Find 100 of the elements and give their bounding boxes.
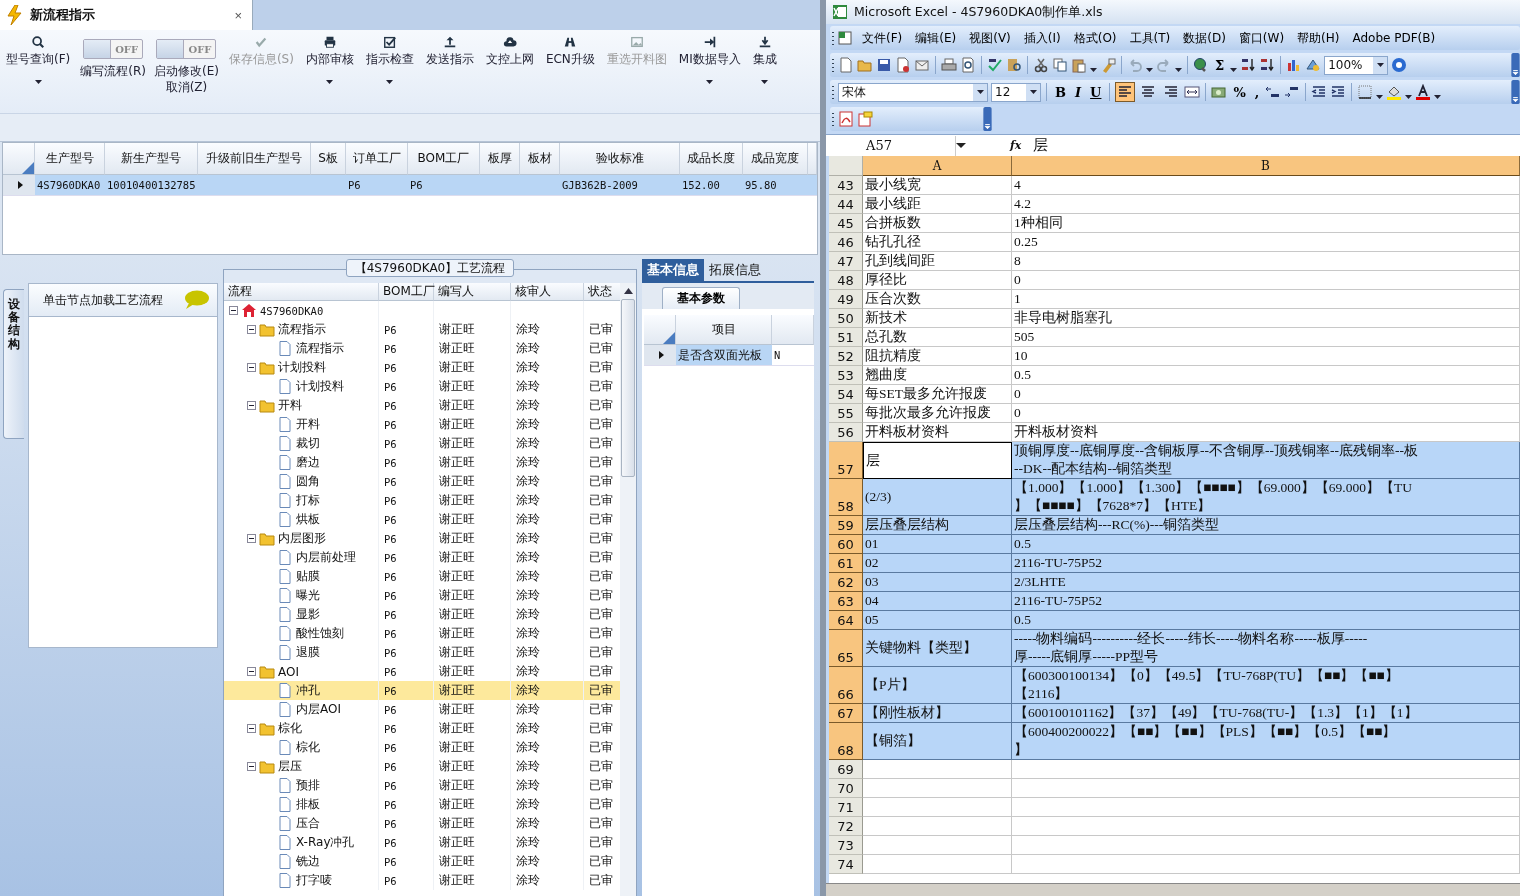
menu-item[interactable]: 数据(D) (1178, 29, 1231, 47)
table-cell[interactable]: 0 (1012, 385, 1520, 404)
table-cell[interactable]: 0 (1012, 404, 1520, 423)
row-header[interactable]: 72 (829, 817, 863, 836)
help-icon[interactable] (1391, 57, 1408, 73)
caret-icon[interactable] (956, 143, 966, 148)
menu-item[interactable]: 窗口(W) (1233, 29, 1290, 47)
table-cell[interactable]: 4 (1012, 176, 1520, 195)
table-cell[interactable] (863, 798, 1012, 817)
table-cell[interactable]: (2/3) (863, 479, 1012, 516)
collapse-icon[interactable] (229, 306, 238, 315)
table-cell[interactable]: 4.2 (1012, 195, 1520, 214)
menu-item[interactable]: Adobe PDF(B) (1347, 31, 1441, 45)
zoom-field[interactable]: 100% (1324, 55, 1389, 75)
table-cell[interactable]: 每SET最多允许报废 (863, 385, 1012, 404)
table-cell[interactable]: 层压叠层结构 (863, 516, 1012, 535)
table-cell[interactable]: 0.5 (1012, 366, 1520, 385)
text-style-button[interactable]: U (1087, 84, 1105, 100)
row-header[interactable]: 60 (829, 535, 863, 554)
table-cell[interactable]: 04 (863, 592, 1012, 611)
row-header[interactable]: 45 (829, 214, 863, 233)
caret-icon[interactable] (1405, 95, 1413, 99)
table-cell[interactable] (863, 836, 1012, 855)
table-cell[interactable]: 钻孔孔径 (863, 233, 1012, 252)
row-header[interactable]: 65 (829, 630, 863, 667)
table-cell[interactable]: 关键物料【类型】 (863, 630, 1012, 667)
row-header[interactable]: 64 (829, 611, 863, 630)
row-header[interactable]: 48 (829, 271, 863, 290)
scroll-up-icon[interactable] (623, 288, 633, 294)
row-header[interactable]: 46 (829, 233, 863, 252)
table-cell[interactable]: 层 (863, 442, 1012, 479)
tab[interactable]: 基本信息 (642, 259, 704, 281)
table-cell[interactable]: 03 (863, 573, 1012, 592)
globe-link-icon[interactable] (1193, 57, 1209, 73)
increase-indent-icon[interactable] (1330, 84, 1347, 100)
font-field[interactable]: 宋体 (838, 82, 988, 102)
table-cell[interactable]: 0.5 (1012, 611, 1520, 630)
table-cell[interactable]: 10 (1012, 347, 1520, 366)
table-cell[interactable]: 2116-TU-75P52 (1012, 554, 1520, 573)
menu-item[interactable]: 格式(O) (1068, 29, 1122, 47)
table-cell[interactable]: 厚径比 (863, 271, 1012, 290)
table-cell[interactable]: 总孔数 (863, 328, 1012, 347)
table-cell[interactable]: 每批次最多允许报废 (863, 404, 1012, 423)
row-header[interactable]: 62 (829, 573, 863, 592)
table-cell[interactable]: 【刚性板材】 (863, 704, 1012, 723)
caret-icon[interactable] (34, 80, 42, 84)
row-header[interactable]: 54 (829, 385, 863, 404)
collapse-icon[interactable] (247, 325, 256, 334)
table-cell[interactable] (863, 779, 1012, 798)
table-cell[interactable]: 压合次数 (863, 290, 1012, 309)
table-cell[interactable]: 2116-TU-75P52 (1012, 592, 1520, 611)
decrease-decimal-icon[interactable] (1284, 84, 1301, 100)
table-cell[interactable]: 顶铜厚度--底铜厚度--含铜板厚--不含铜厚--顶残铜率--底残铜率--板 --DK--配本结构--铜箔类型 (1012, 442, 1520, 479)
toolbar-options-icon[interactable] (1511, 80, 1520, 104)
number-format-button[interactable]: , (1251, 84, 1263, 100)
caret-icon[interactable] (761, 80, 769, 84)
menu-item[interactable]: 插入(I) (1018, 29, 1066, 47)
table-cell[interactable]: 05 (863, 611, 1012, 630)
collapse-icon[interactable] (247, 363, 256, 372)
font-color-icon[interactable] (1415, 84, 1432, 100)
table-cell[interactable] (1012, 855, 1520, 874)
increase-decimal-icon[interactable] (1265, 84, 1282, 100)
collapse-icon[interactable] (247, 667, 256, 676)
dropdown-button[interactable] (973, 83, 987, 101)
table-row[interactable]: 4S7960DKA0 10010400132785 P6 P6 GJB362B-2009 152.00 95.80 (3, 175, 817, 196)
row-header[interactable]: 71 (829, 798, 863, 817)
table-cell[interactable] (863, 855, 1012, 874)
row-header[interactable]: 61 (829, 554, 863, 573)
dropdown-button[interactable] (1026, 83, 1040, 101)
drawing-icon[interactable] (1305, 57, 1322, 73)
row-header[interactable]: 44 (829, 195, 863, 214)
font-size-field[interactable]: 12 (991, 82, 1041, 102)
row-header[interactable]: 57 (829, 442, 863, 479)
table-cell[interactable]: 1种相同 (1012, 214, 1520, 233)
autosum-button[interactable]: Σ (1212, 57, 1228, 73)
decrease-indent-icon[interactable] (1311, 84, 1328, 100)
number-format-button[interactable]: % (1230, 84, 1249, 100)
row-header[interactable]: 50 (829, 309, 863, 328)
caret-icon[interactable] (706, 80, 714, 84)
row-header[interactable]: 68 (829, 723, 863, 760)
table-cell[interactable]: 02 (863, 554, 1012, 573)
caret-icon[interactable] (1434, 95, 1442, 99)
table-cell[interactable]: 【600400200022】【■■】【■■】【PLS】【■■】【0.5】【■■】 】 (1012, 723, 1520, 760)
table-cell[interactable]: 【1.000】【1.000】【1.300】【■■■■】【69.000】【69.000】【TU 】【■■■■】【7628*7】【HTE】 (1012, 479, 1520, 516)
borders-icon[interactable] (1357, 84, 1374, 100)
toolbar-button[interactable]: 型号查询(F) (4, 33, 73, 86)
column-header[interactable]: 核审人 (511, 283, 584, 301)
sort-ascending-icon[interactable] (1240, 57, 1257, 73)
toolbar-options-icon[interactable] (1511, 53, 1520, 77)
table-cell[interactable]: 【铜箔】 (863, 723, 1012, 760)
close-button[interactable]: × (230, 7, 246, 23)
table-cell[interactable] (1012, 760, 1520, 779)
row-header[interactable]: 59 (829, 516, 863, 535)
row-header[interactable]: 56 (829, 423, 863, 442)
row-header[interactable]: 55 (829, 404, 863, 423)
table-cell[interactable] (863, 817, 1012, 836)
cut-icon[interactable] (1033, 57, 1049, 73)
table-cell[interactable]: 阻抗精度 (863, 347, 1012, 366)
table-cell[interactable]: 【P片】 (863, 667, 1012, 704)
table-cell[interactable]: 非导电树脂塞孔 (1012, 309, 1520, 328)
